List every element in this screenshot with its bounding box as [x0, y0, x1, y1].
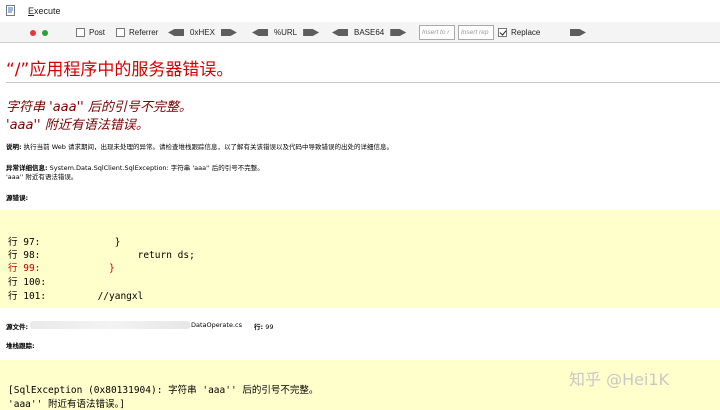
replace-checkbox[interactable]: [498, 28, 507, 37]
referrer-label: Referrer: [129, 28, 159, 37]
stack-trace-line: 'aaa'' 附近有语法错误。]: [8, 399, 126, 410]
url-encode-arrow-icon[interactable]: [303, 29, 320, 36]
stack-trace-heading: 堆栈跟踪:: [6, 342, 35, 350]
replace-arrow-icon[interactable]: [570, 29, 586, 36]
zoom-in-icon[interactable]: [42, 29, 48, 36]
error-message-line-2: 'aaa'' 附近有语法错误。: [6, 118, 149, 133]
post-label: Post: [89, 28, 106, 37]
source-file-label: 源文件:: [6, 323, 29, 331]
source-line: 行 98: return ds;: [8, 250, 195, 261]
source-line: 行 100:: [8, 277, 47, 288]
watermark: 知乎 @Hei1K: [569, 370, 670, 389]
replace-option[interactable]: Replace: [498, 22, 540, 43]
source-line: 行 101: //yangxl: [8, 291, 144, 302]
title-divider: [6, 82, 720, 83]
post-option[interactable]: Post: [76, 22, 105, 43]
url-label: %URL: [274, 28, 298, 37]
base64-encode-arrow-icon[interactable]: [390, 29, 407, 36]
url-decode-arrow-icon[interactable]: [252, 29, 268, 36]
page-title: “/”应用程序中的服务器错误。: [6, 60, 234, 80]
source-line-highlighted: 行 99: }: [8, 263, 115, 274]
base64-label: BASE64: [354, 28, 385, 37]
error-message-line-1: 字符串 'aaa'' 后的引号不完整。: [6, 100, 192, 115]
hex-encoder[interactable]: 0xHEX: [168, 22, 237, 43]
description: 说明: 执行当前 Web 请求期间，出现未处理的异常。请检查堆栈跟踪信息，以了解…: [6, 141, 393, 151]
zoom-out-icon[interactable]: [30, 29, 36, 36]
stack-trace-line: [SqlException (0x80131904): 字符串 'aaa'' 后…: [8, 385, 319, 396]
execute-icon[interactable]: [6, 5, 16, 16]
source-error-heading: 源错误:: [6, 194, 29, 202]
url-encoder[interactable]: %URL: [252, 22, 320, 43]
exception-details-line-2: 'aaa'' 附近有语法错误。: [6, 173, 78, 181]
source-line-info: 行: 99: [254, 323, 274, 331]
referrer-checkbox[interactable]: [116, 28, 125, 37]
hex-decode-arrow-icon[interactable]: [168, 29, 184, 36]
execute-button[interactable]: Execute: [28, 6, 61, 16]
source-file-name: DataOperate.cs: [191, 321, 242, 329]
hackbar-toolbar: Post Referrer 0xHEX %URL BASE64 Insert t…: [0, 22, 720, 43]
hackbar-top-row: Execute: [0, 0, 720, 22]
insert-replace-input[interactable]: Insert rep: [458, 25, 494, 40]
exception-text: System.Data.SqlClient.SqlException: 字符串 …: [47, 164, 264, 172]
hex-label: 0xHEX: [190, 28, 215, 37]
description-text: 执行当前 Web 请求期间，出现未处理的异常。请检查堆栈跟踪信息，以了解有关该错…: [21, 143, 393, 151]
redacted-path: [30, 321, 190, 329]
referrer-option[interactable]: Referrer: [116, 22, 158, 43]
zoom-controls[interactable]: [30, 22, 48, 43]
source-code-box: 行 97: } 行 98: return ds; 行 99: } 行 100: …: [0, 210, 720, 308]
insert-string-input[interactable]: Insert to r: [419, 25, 455, 40]
hex-encode-arrow-icon[interactable]: [220, 29, 237, 36]
base64-encoder[interactable]: BASE64: [332, 22, 407, 43]
replace-label: Replace: [511, 28, 541, 37]
base64-decode-arrow-icon[interactable]: [332, 29, 348, 36]
post-checkbox[interactable]: [76, 28, 85, 37]
source-line: 行 97: }: [8, 237, 121, 248]
description-label: 说明:: [6, 143, 22, 151]
